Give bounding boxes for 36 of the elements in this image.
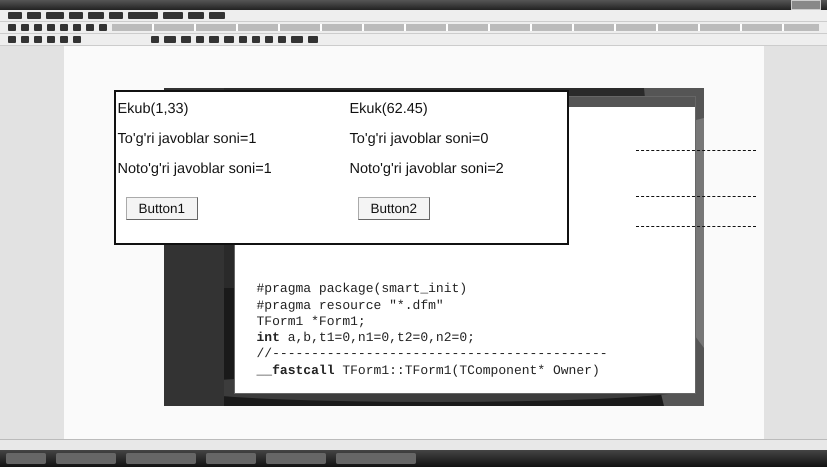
taskbar-item[interactable] [6, 453, 46, 464]
menu-item-icon[interactable] [128, 12, 158, 19]
taskbar-item[interactable] [336, 453, 416, 464]
toolbar-icon[interactable] [151, 36, 159, 43]
form-button[interactable]: Button2 [358, 196, 430, 220]
menu-item-icon[interactable] [46, 12, 64, 19]
menu-item-icon[interactable] [209, 12, 225, 19]
taskbar-item[interactable] [126, 453, 196, 464]
toolbar-icon[interactable] [164, 36, 176, 43]
code-line: int a,b,t1=0,n1=0,t2=0,n2=0; [256, 330, 476, 346]
code-line: TForm1 *Form1; [256, 314, 367, 330]
code-line: __fastcall TForm1::TForm1(TComponent* Owner) [256, 362, 601, 379]
taskbar-item[interactable] [206, 453, 256, 464]
menu-item-icon[interactable] [88, 12, 104, 19]
menu-item-icon[interactable] [188, 12, 204, 19]
result-label: Noto'g'ri javoblar soni=1 [116, 161, 273, 177]
window-controls-icon[interactable] [791, 0, 821, 10]
menu-item-icon[interactable] [8, 12, 22, 19]
taskbar-item[interactable] [266, 453, 326, 464]
taskbar-item[interactable] [56, 453, 116, 464]
toolbar-icon[interactable] [291, 36, 303, 43]
result-label: Ekub(1,33) [116, 101, 190, 117]
menu-item-icon[interactable] [27, 12, 41, 19]
result-label: Noto'g'ri javoblar soni=2 [348, 161, 505, 177]
menu-item-icon[interactable] [109, 12, 123, 19]
result-label: Ekuk(62.45) [348, 101, 429, 117]
result-label: To'g'ri javoblar soni=0 [348, 131, 490, 147]
form-button[interactable]: Button1 [126, 196, 198, 220]
menu-item-icon[interactable] [163, 12, 183, 19]
result-label: To'g'ri javoblar soni=1 [116, 131, 258, 147]
code-line: //------------------------------------------- [256, 346, 609, 363]
code-line: #pragma package(smart_init) [256, 281, 468, 298]
component-palette[interactable] [112, 24, 819, 31]
code-line: #pragma resource "*.dfm" [256, 298, 445, 314]
menu-item-icon[interactable] [69, 12, 83, 19]
toolbar-icon[interactable] [308, 36, 318, 43]
